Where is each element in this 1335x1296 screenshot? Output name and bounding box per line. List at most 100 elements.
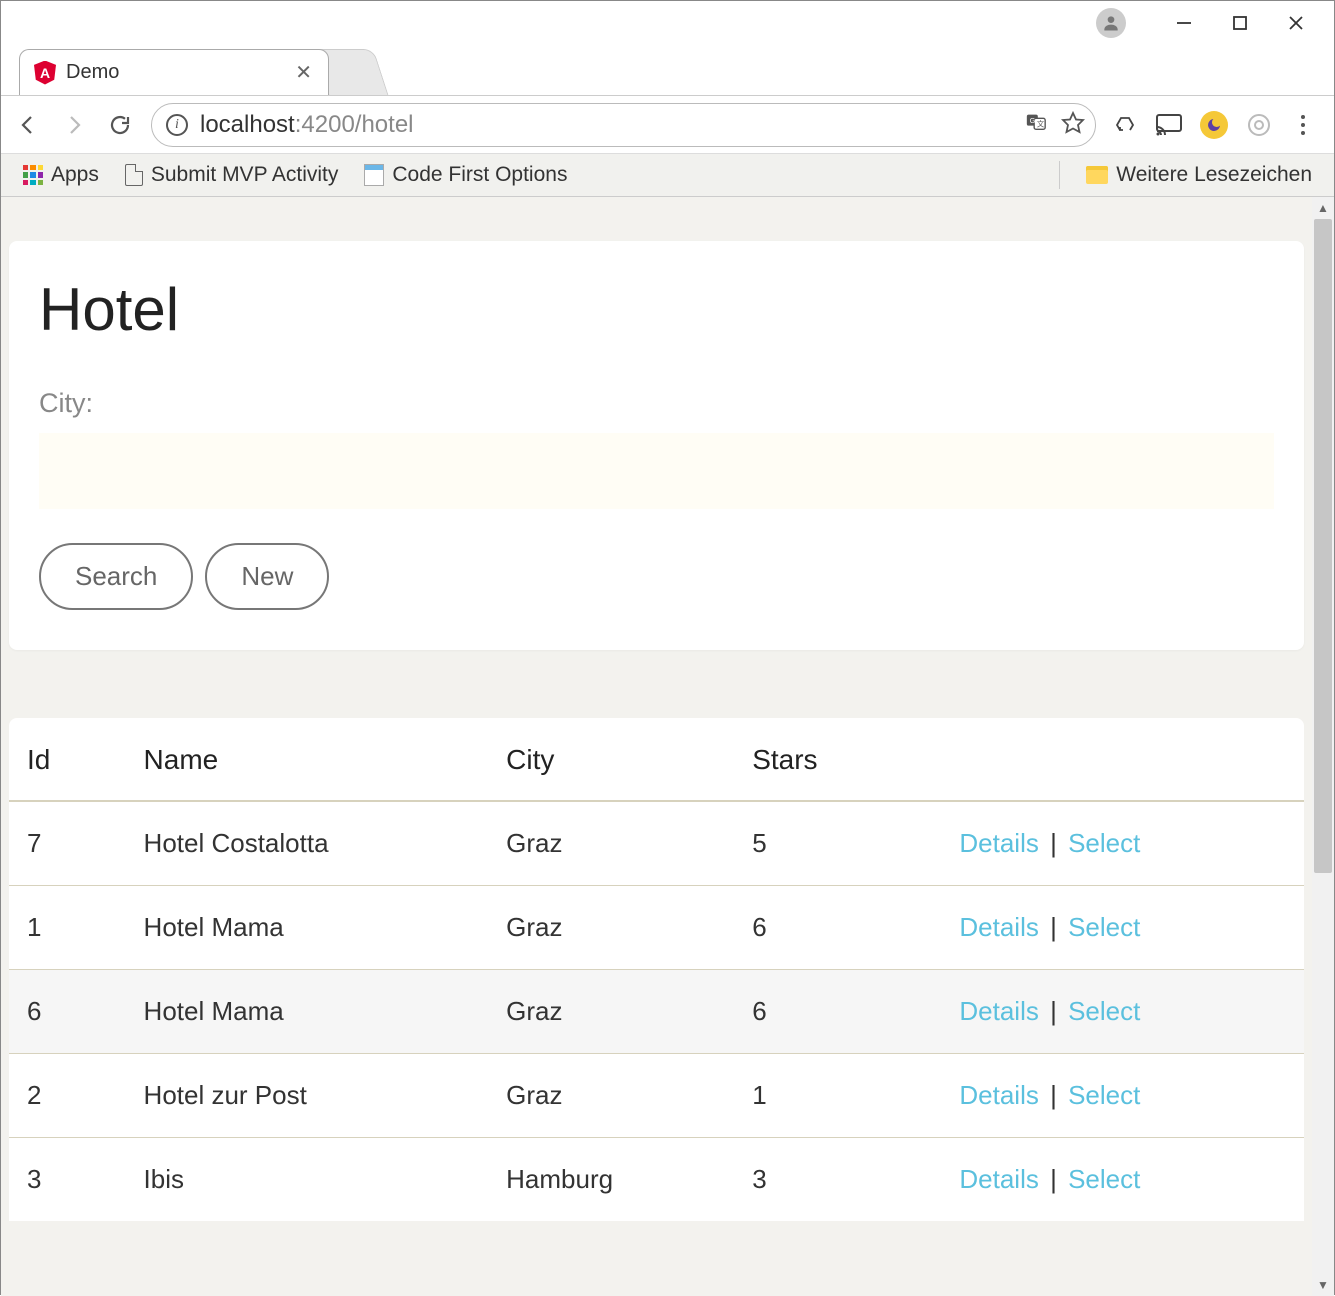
cell-actions: Details | Select xyxy=(941,886,1304,970)
action-separator: | xyxy=(1039,912,1068,942)
translate-icon[interactable]: G文 xyxy=(1025,111,1047,139)
apps-label: Apps xyxy=(51,163,99,187)
window-titlebar xyxy=(1,1,1334,45)
extension-icons xyxy=(1112,111,1322,139)
notes-icon xyxy=(364,164,384,186)
select-link[interactable]: Select xyxy=(1068,1080,1140,1110)
cell-actions: Details | Select xyxy=(941,1138,1304,1222)
reload-button[interactable] xyxy=(105,110,135,140)
cell-stars: 5 xyxy=(734,801,941,886)
city-input[interactable] xyxy=(39,433,1274,509)
bookmark-label: Submit MVP Activity xyxy=(151,163,339,187)
th-id: Id xyxy=(9,718,126,801)
svg-text:G: G xyxy=(1030,115,1036,124)
search-card: Hotel City: Search New xyxy=(9,241,1304,650)
cast-extension-icon[interactable] xyxy=(1156,112,1182,138)
browser-tab[interactable]: A Demo ✕ xyxy=(19,49,329,95)
th-stars: Stars xyxy=(734,718,941,801)
cell-stars: 6 xyxy=(734,970,941,1054)
cell-city: Graz xyxy=(488,970,734,1054)
details-link[interactable]: Details xyxy=(959,912,1038,942)
table-row: 3IbisHamburg3Details | Select xyxy=(9,1138,1304,1222)
address-bar[interactable]: i localhost:4200/hotel G文 xyxy=(151,103,1096,147)
target-extension-icon[interactable] xyxy=(1246,112,1272,138)
close-window-button[interactable] xyxy=(1268,1,1324,45)
page-title: Hotel xyxy=(39,275,1274,344)
cell-id: 2 xyxy=(9,1054,126,1138)
cell-actions: Details | Select xyxy=(941,970,1304,1054)
cell-id: 1 xyxy=(9,886,126,970)
th-name: Name xyxy=(126,718,489,801)
profile-icon[interactable] xyxy=(1096,8,1126,38)
select-link[interactable]: Select xyxy=(1068,996,1140,1026)
results-table-card: Id Name City Stars 7Hotel CostalottaGraz… xyxy=(9,718,1304,1221)
scroll-down-arrow[interactable]: ▼ xyxy=(1312,1274,1334,1296)
city-label: City: xyxy=(39,388,1274,419)
table-row: 1Hotel MamaGraz6Details | Select xyxy=(9,886,1304,970)
other-bookmarks[interactable]: Weitere Lesezeichen xyxy=(1078,163,1320,187)
vertical-scrollbar[interactable]: ▲ ▼ xyxy=(1312,197,1334,1296)
scroll-up-arrow[interactable]: ▲ xyxy=(1312,197,1334,219)
select-link[interactable]: Select xyxy=(1068,828,1140,858)
bookmark-item[interactable]: Submit MVP Activity xyxy=(117,163,347,187)
document-icon xyxy=(125,164,143,186)
select-link[interactable]: Select xyxy=(1068,912,1140,942)
cell-id: 6 xyxy=(9,970,126,1054)
cell-city: Graz xyxy=(488,801,734,886)
bookmark-star-icon[interactable] xyxy=(1061,110,1085,140)
scroll-thumb[interactable] xyxy=(1314,219,1332,873)
minimize-button[interactable] xyxy=(1156,1,1212,45)
cell-city: Graz xyxy=(488,886,734,970)
details-link[interactable]: Details xyxy=(959,828,1038,858)
moon-extension-icon[interactable] xyxy=(1200,111,1228,139)
details-link[interactable]: Details xyxy=(959,996,1038,1026)
url-text: localhost:4200/hotel xyxy=(200,111,1013,139)
cell-name: Hotel zur Post xyxy=(126,1054,489,1138)
cell-actions: Details | Select xyxy=(941,801,1304,886)
bookmark-label: Code First Options xyxy=(392,163,567,187)
cell-name: Ibis xyxy=(126,1138,489,1222)
cell-city: Graz xyxy=(488,1054,734,1138)
table-row: 7Hotel CostalottaGraz5Details | Select xyxy=(9,801,1304,886)
viewport: Hotel City: Search New Id Name City Star… xyxy=(1,197,1334,1296)
cell-name: Hotel Costalotta xyxy=(126,801,489,886)
tab-strip: A Demo ✕ xyxy=(1,45,1334,95)
svg-text:文: 文 xyxy=(1037,119,1045,128)
cell-stars: 6 xyxy=(734,886,941,970)
separator xyxy=(1059,161,1060,189)
table-row: 2Hotel zur PostGraz1Details | Select xyxy=(9,1054,1304,1138)
other-bookmarks-label: Weitere Lesezeichen xyxy=(1116,163,1312,187)
cell-id: 3 xyxy=(9,1138,126,1222)
forward-button[interactable] xyxy=(59,110,89,140)
bookmark-item[interactable]: Code First Options xyxy=(356,163,575,187)
cell-stars: 3 xyxy=(734,1138,941,1222)
table-row: 6Hotel MamaGraz6Details | Select xyxy=(9,970,1304,1054)
action-separator: | xyxy=(1039,996,1068,1026)
cell-id: 7 xyxy=(9,801,126,886)
details-link[interactable]: Details xyxy=(959,1080,1038,1110)
back-button[interactable] xyxy=(13,110,43,140)
cell-actions: Details | Select xyxy=(941,1054,1304,1138)
cell-city: Hamburg xyxy=(488,1138,734,1222)
action-separator: | xyxy=(1039,1164,1068,1194)
recycle-extension-icon[interactable] xyxy=(1112,112,1138,138)
menu-icon[interactable] xyxy=(1290,112,1316,138)
select-link[interactable]: Select xyxy=(1068,1164,1140,1194)
details-link[interactable]: Details xyxy=(959,1164,1038,1194)
maximize-button[interactable] xyxy=(1212,1,1268,45)
search-button[interactable]: Search xyxy=(39,543,193,610)
hotels-table: Id Name City Stars 7Hotel CostalottaGraz… xyxy=(9,718,1304,1221)
angular-favicon: A xyxy=(34,61,56,85)
action-separator: | xyxy=(1039,828,1068,858)
scroll-track[interactable] xyxy=(1312,219,1334,1274)
cell-name: Hotel Mama xyxy=(126,970,489,1054)
site-info-icon[interactable]: i xyxy=(166,114,188,136)
page-content: Hotel City: Search New Id Name City Star… xyxy=(1,197,1312,1296)
new-button[interactable]: New xyxy=(205,543,329,610)
bookmark-bar: Apps Submit MVP Activity Code First Opti… xyxy=(1,153,1334,197)
tab-close-icon[interactable]: ✕ xyxy=(295,60,312,85)
action-separator: | xyxy=(1039,1080,1068,1110)
tab-title: Demo xyxy=(66,61,285,84)
apps-shortcut[interactable]: Apps xyxy=(15,163,107,187)
cell-stars: 1 xyxy=(734,1054,941,1138)
